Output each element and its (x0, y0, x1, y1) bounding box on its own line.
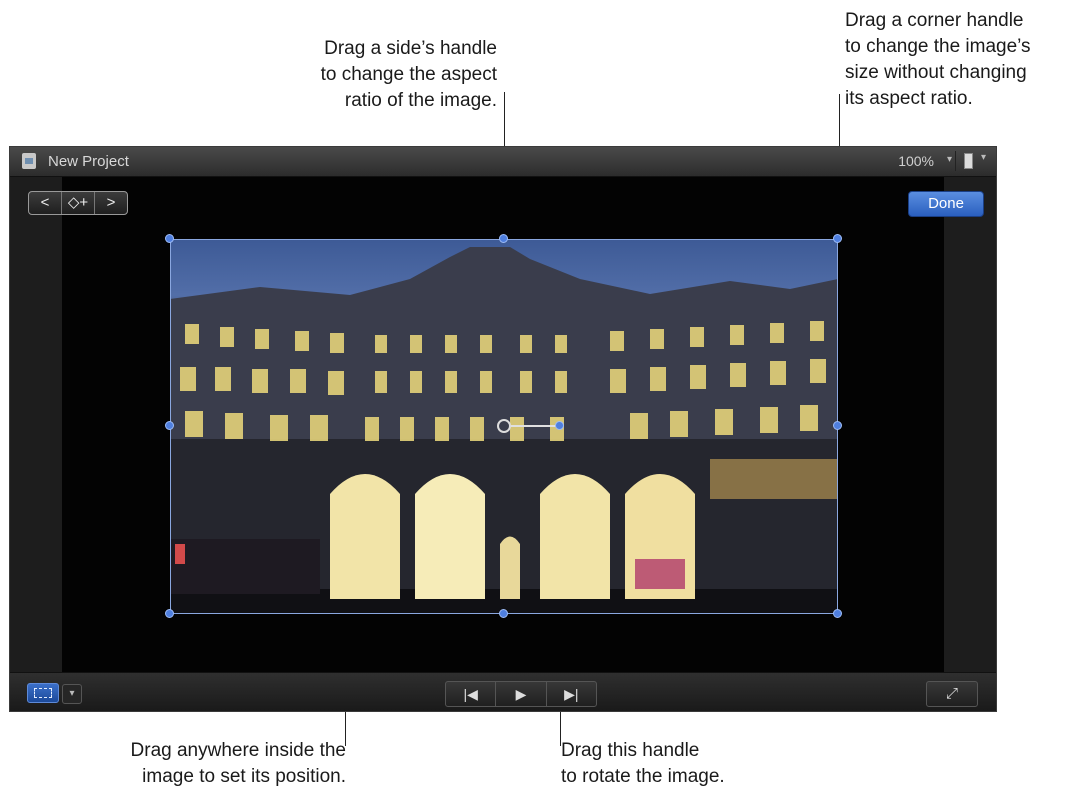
transport-controls: |◀ ▶ ▶| (445, 681, 597, 707)
done-button[interactable]: Done (908, 191, 984, 217)
viewer-stage: < ◇+ > Done (10, 177, 996, 673)
callout-line: to rotate the image. (561, 766, 725, 787)
callout-line: its aspect ratio. (845, 88, 973, 109)
corner-handle-top-left[interactable] (165, 234, 174, 243)
add-keyframe-button[interactable]: ◇+ (62, 192, 95, 214)
side-handle-top[interactable] (499, 234, 508, 243)
viewer-window: New Project 100% ▾ ▾ < ◇+ > Done ▾ |◀ ▶ … (9, 146, 997, 712)
callout-side-handle: Drag a side’s handle to change the aspec… (321, 36, 497, 114)
side-handle-bottom[interactable] (499, 609, 508, 618)
chevron-down-icon: ▾ (980, 152, 986, 163)
corner-handle-top-right[interactable] (833, 234, 842, 243)
view-options-icon (964, 153, 973, 169)
corner-handle-bottom-right[interactable] (833, 609, 842, 618)
play-button[interactable]: ▶ (496, 682, 547, 706)
project-title: New Project (48, 153, 129, 170)
chevron-down-icon[interactable]: ▾ (947, 154, 952, 165)
project-icon (22, 153, 36, 169)
callout-line: to change the aspect (320, 64, 497, 85)
stage-margin-right (944, 177, 996, 673)
side-handle-right[interactable] (833, 421, 842, 430)
callout-line: Drag a side’s handle (324, 38, 497, 59)
previous-keyframe-button[interactable]: < (29, 192, 62, 214)
callout-line: image to set its position. (142, 766, 346, 787)
zoom-menu[interactable]: 100% (898, 153, 934, 169)
callout-drag-inside: Drag anywhere inside the image to set it… (40, 738, 346, 790)
callout-line: ratio of the image. (344, 90, 497, 111)
rotation-arm (511, 425, 558, 427)
stage-margin-left (10, 177, 62, 673)
callout-corner-handle: Drag a corner handle to change the image… (845, 8, 1031, 112)
rotation-handle[interactable] (555, 421, 564, 430)
viewer-bottom-bar: ▾ |◀ ▶ ▶| ⤢ (10, 672, 996, 711)
next-edit-button[interactable]: ▶| (547, 682, 596, 706)
fullscreen-button[interactable]: ⤢ (926, 681, 978, 707)
next-keyframe-button[interactable]: > (95, 192, 127, 214)
view-options-button[interactable]: ▾ (955, 151, 986, 171)
callout-line: Drag this handle (561, 740, 700, 761)
keyframe-nav-group: < ◇+ > (28, 191, 128, 215)
callout-line: Drag a corner handle (845, 10, 1024, 31)
corner-handle-bottom-left[interactable] (165, 609, 174, 618)
callout-line: to change the image’s (845, 36, 1031, 57)
callout-rotate-handle: Drag this handle to rotate the image. (561, 738, 725, 790)
transform-tool-button[interactable] (27, 683, 59, 703)
rotation-center-icon[interactable] (497, 419, 511, 433)
previous-edit-button[interactable]: |◀ (446, 682, 497, 706)
callout-line: Drag anywhere inside the (130, 740, 346, 761)
chevron-down-icon[interactable]: ▾ (62, 684, 82, 704)
side-handle-left[interactable] (165, 421, 174, 430)
callout-line: size without changing (845, 62, 1027, 83)
viewer-titlebar: New Project 100% ▾ ▾ (10, 147, 996, 177)
